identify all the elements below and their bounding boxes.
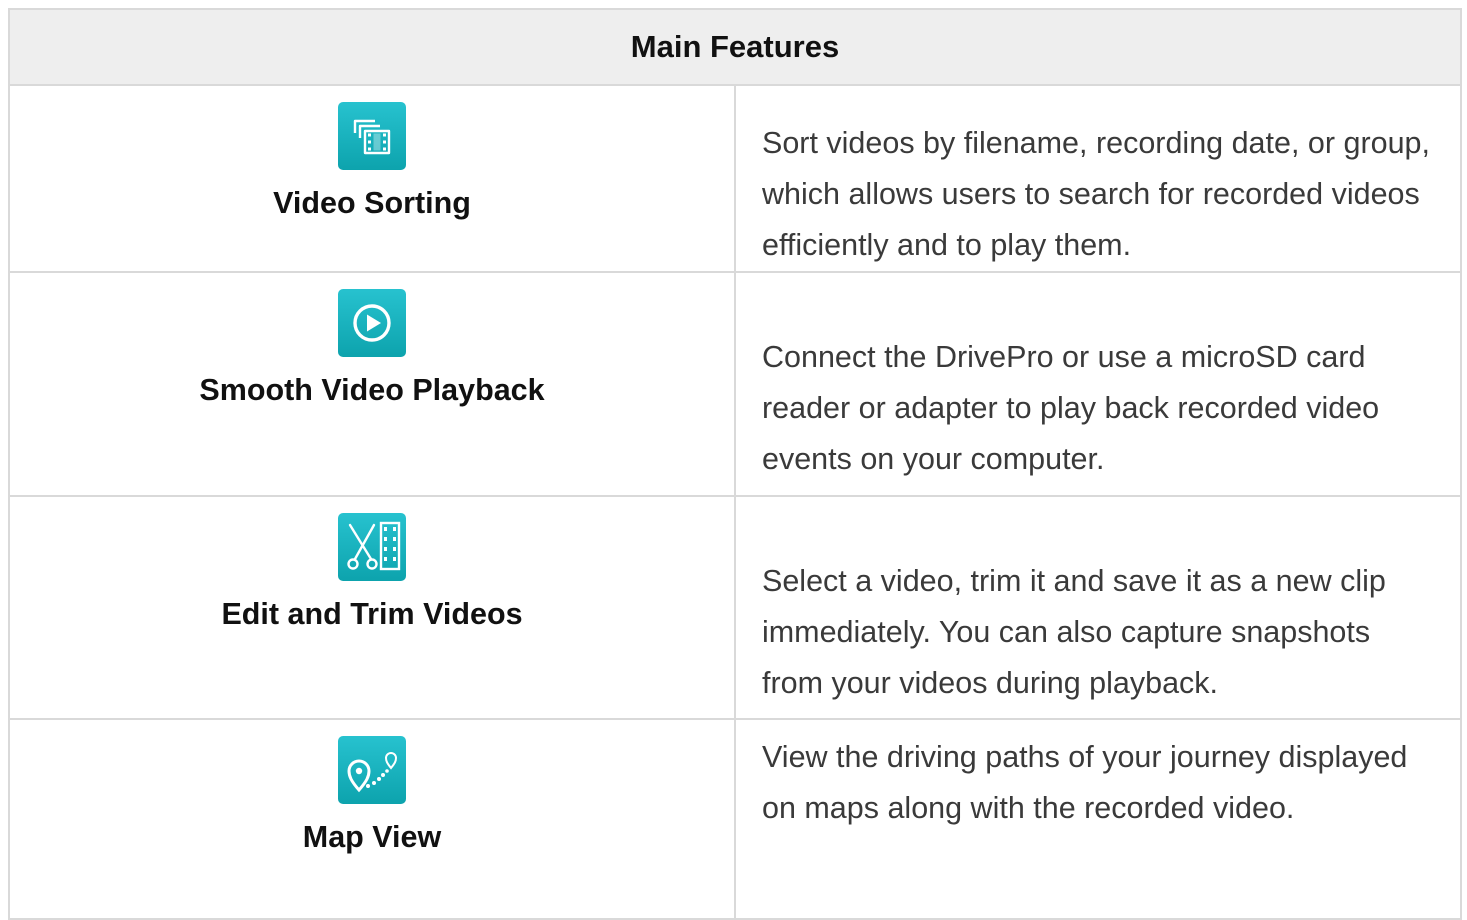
play-circle-icon [338,289,406,357]
table-row: Edit and Trim Videos Select a video, tri… [8,495,1462,720]
video-sorting-icon [338,102,406,170]
feature-description: Select a video, trim it and save it as a… [734,495,1462,720]
table-title: Main Features [8,8,1462,86]
table-row: Map View View the driving paths of your … [8,718,1462,920]
feature-name: Edit and Trim Videos [221,597,523,631]
main-features-table: Main Features Video Sorting Sort videos … [8,8,1462,920]
feature-name: Smooth Video Playback [199,373,545,407]
table-row: Smooth Video Playback Connect the DriveP… [8,271,1462,497]
feature-cell-map-view: Map View [8,718,736,920]
feature-description: Connect the DrivePro or use a microSD ca… [734,271,1462,497]
table-row: Video Sorting Sort videos by filename, r… [8,84,1462,273]
scissors-film-icon [338,513,406,581]
feature-name: Map View [302,820,442,854]
header-row: Main Features [8,8,1462,86]
feature-cell-video-sorting: Video Sorting [8,84,736,273]
feature-cell-smooth-video-playback: Smooth Video Playback [8,271,736,497]
map-route-icon [338,736,406,804]
feature-cell-edit-and-trim-videos: Edit and Trim Videos [8,495,736,720]
feature-description: View the driving paths of your journey d… [734,718,1462,920]
feature-name: Video Sorting [273,186,471,220]
feature-description: Sort videos by filename, recording date,… [734,84,1462,273]
